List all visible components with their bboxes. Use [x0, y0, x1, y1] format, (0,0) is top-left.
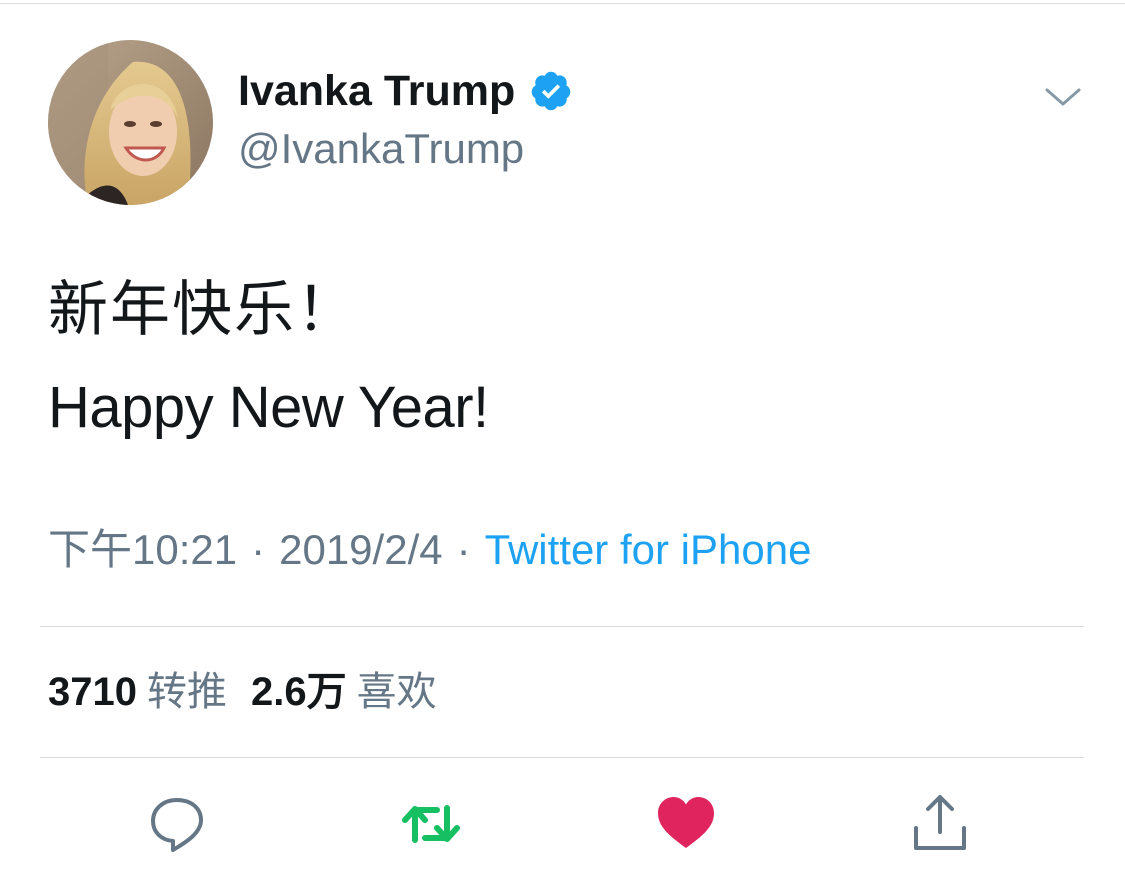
- likes-label: 喜欢: [356, 670, 437, 714]
- tweet-text-line: Happy New Year!: [48, 375, 489, 440]
- tweet-text: 新年快乐！ Happy New Year!: [48, 278, 489, 440]
- tweet-meta: 下午10:21 · 2019/2/4 · Twitter for iPhone: [48, 522, 811, 578]
- retweets-count: 3710: [48, 670, 137, 714]
- share-icon: [914, 795, 966, 850]
- retweet-icon: [402, 805, 460, 843]
- avatar[interactable]: [48, 40, 213, 205]
- tweet-time[interactable]: 下午10:21: [48, 526, 237, 573]
- share-button[interactable]: [908, 792, 972, 856]
- more-options-chevron-down-icon[interactable]: [1043, 82, 1083, 112]
- reply-button[interactable]: [145, 792, 209, 856]
- likes-count: 2.6万: [250, 670, 347, 714]
- retweet-button[interactable]: [399, 792, 463, 856]
- reply-icon: [151, 798, 203, 852]
- author-display-name[interactable]: Ivanka Trump: [238, 66, 573, 116]
- like-button[interactable]: [654, 792, 718, 856]
- tweet-text-line: 新年快乐！: [48, 275, 358, 345]
- display-name-text: Ivanka Trump: [238, 67, 516, 115]
- tweet-stats: 3710 转推 2.6万 喜欢: [48, 664, 437, 720]
- heart-icon: [658, 797, 714, 848]
- meta-separator: ·: [456, 526, 471, 573]
- retweets-stat[interactable]: 3710 转推: [48, 670, 227, 714]
- verified-badge-icon: [529, 69, 573, 113]
- tweet-date[interactable]: 2019/2/4: [279, 526, 443, 573]
- divider: [40, 757, 1084, 758]
- tweet-source-link[interactable]: Twitter for iPhone: [485, 526, 812, 573]
- likes-stat[interactable]: 2.6万 喜欢: [251, 670, 437, 714]
- top-divider: [0, 3, 1125, 4]
- divider: [40, 626, 1084, 627]
- meta-separator: ·: [251, 526, 266, 573]
- avatar-image: [48, 40, 213, 205]
- author-handle[interactable]: @IvankaTrump: [238, 124, 524, 174]
- retweets-label: 转推: [146, 670, 227, 714]
